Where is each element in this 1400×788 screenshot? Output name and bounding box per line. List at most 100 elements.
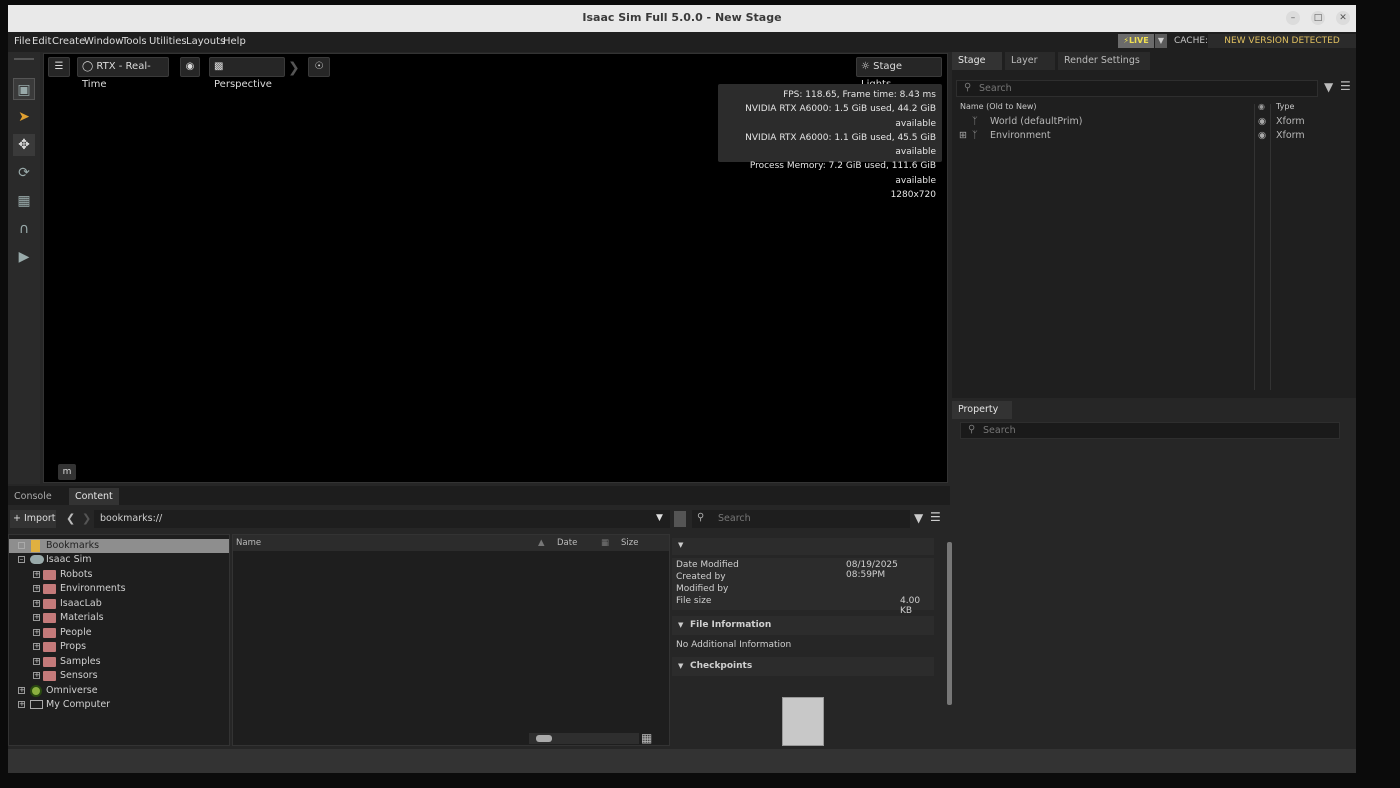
back-arrow-icon[interactable]: ❮ [66, 512, 75, 525]
tree-item-sensors[interactable]: + Sensors [9, 669, 229, 683]
column-type-header[interactable]: Type [1276, 102, 1294, 111]
checkpoints-header[interactable]: ▼ Checkpoints [672, 657, 934, 676]
tree-item-isaac-sim[interactable]: – Isaac Sim [9, 553, 229, 567]
select-pointer-icon[interactable]: ➤ [13, 106, 35, 128]
tree-item-isaaclab[interactable]: + IsaacLab [9, 597, 229, 611]
tree-item-materials[interactable]: + Materials [9, 611, 229, 625]
path-field[interactable]: bookmarks:// [94, 510, 670, 528]
file-info-header[interactable]: ▼ File Information [672, 616, 934, 635]
minimize-button[interactable]: – [1286, 11, 1300, 25]
expand-toggle-icon[interactable]: + [18, 701, 25, 708]
column-size[interactable]: Size [621, 535, 638, 551]
property-search-input[interactable]: Search [960, 422, 1340, 439]
details-header[interactable]: ▼ [672, 538, 934, 555]
move-icon[interactable]: ✥ [13, 134, 35, 156]
tree-item-bookmarks[interactable]: Bookmarks [9, 539, 229, 553]
cache-status[interactable]: NEW VERSION DETECTED [1208, 34, 1356, 48]
collapse-toggle-icon[interactable]: – [18, 556, 25, 563]
stage-search-input[interactable]: Search [956, 80, 1318, 97]
viewport[interactable]: ☰ ◯ RTX - Real-Time ◉ ▩ Perspective ❯ ☉ … [43, 53, 948, 483]
expand-toggle-icon[interactable]: + [18, 687, 25, 694]
slider-handle[interactable] [536, 735, 552, 742]
eye-icon[interactable]: ◉ [1258, 115, 1266, 129]
stage-lights-button[interactable]: ☼ Stage Lights [856, 57, 942, 90]
sun-icon: ☼ [861, 61, 870, 72]
tab-stage[interactable]: Stage [952, 52, 1002, 70]
tab-layer[interactable]: Layer [1005, 52, 1055, 70]
collapse-arrow-icon[interactable]: ▼ [678, 541, 683, 549]
column-date[interactable]: Date [557, 535, 577, 551]
tree-item-omniverse[interactable]: + Omniverse [9, 684, 229, 698]
tree-label: Materials [60, 612, 104, 623]
collapse-arrow-icon[interactable]: ▼ [678, 621, 683, 629]
tree-label: Bookmarks [46, 540, 100, 551]
tree-item-robots[interactable]: + Robots [9, 568, 229, 582]
select-mode-icon[interactable]: ▣ [13, 78, 35, 100]
expand-plus-icon[interactable]: ⊞ [959, 129, 967, 143]
menu-file[interactable]: File [14, 36, 31, 47]
eye-icon[interactable]: ◉ [1258, 129, 1266, 143]
tab-content[interactable]: Content [69, 488, 119, 505]
broadcast-button[interactable]: ☉ [308, 57, 330, 77]
tree-item-samples[interactable]: + Samples [9, 655, 229, 669]
forward-arrow-icon[interactable]: ❯ [82, 512, 91, 525]
menu-create[interactable]: Create [52, 36, 85, 47]
expand-toggle-icon[interactable]: + [33, 643, 40, 650]
toolbar-grip [14, 58, 34, 60]
menu-window[interactable]: Window [84, 36, 123, 47]
tab-property[interactable]: Property [952, 401, 1012, 419]
stage-row-world[interactable]: ᛉ World (defaultPrim) ◉ Xform [956, 115, 1350, 129]
import-button[interactable]: + Import [10, 510, 56, 528]
tree-item-people[interactable]: + People [9, 626, 229, 640]
scale-icon[interactable]: ▦ [13, 190, 35, 212]
menu-utilities[interactable]: Utilities [149, 36, 187, 47]
filter-icon[interactable]: ▼ [1324, 80, 1333, 94]
expand-toggle-icon[interactable]: + [33, 672, 40, 679]
visibility-button[interactable]: ◉ [180, 57, 200, 77]
bookmark-icon[interactable] [674, 511, 686, 527]
file-list[interactable]: Name ▲ Date ▦ Size ▦ [232, 534, 670, 746]
chevron-right-icon: ❯ [288, 60, 300, 76]
camera-button[interactable]: ▩ Perspective [209, 57, 285, 90]
thumbnail-size-slider[interactable] [529, 733, 639, 744]
filter-icon[interactable]: ▼ [914, 511, 923, 525]
maximize-button[interactable]: □ [1311, 11, 1325, 25]
expand-toggle-icon[interactable]: + [33, 600, 40, 607]
live-button[interactable]: ⚡LIVE [1118, 34, 1154, 48]
tree-item-my-computer[interactable]: + My Computer [9, 698, 229, 712]
options-menu-icon[interactable]: ☰ [1340, 79, 1351, 93]
column-name-header[interactable]: Name (Old to New) [960, 102, 1037, 111]
expand-toggle-icon[interactable]: + [33, 614, 40, 621]
eye-icon: ◉ [185, 61, 195, 72]
menu-help[interactable]: Help [223, 36, 246, 47]
close-button[interactable]: ✕ [1336, 11, 1350, 25]
list-menu-icon[interactable]: ☰ [930, 510, 941, 524]
path-dropdown-icon[interactable]: ▼ [656, 513, 663, 523]
snap-magnet-icon[interactable]: ∩ [13, 218, 35, 240]
play-icon[interactable]: ▶ [13, 246, 35, 268]
expand-toggle-icon[interactable] [18, 542, 25, 549]
column-name[interactable]: Name [236, 535, 261, 551]
live-dropdown-button[interactable]: ▼ [1155, 34, 1167, 48]
menu-tools[interactable]: Tools [122, 36, 147, 47]
tab-render-settings[interactable]: Render Settings [1058, 52, 1150, 70]
sort-ascending-icon[interactable]: ▲ [538, 535, 545, 551]
folder-icon [43, 584, 56, 594]
tab-console[interactable]: Console [8, 488, 58, 505]
expand-toggle-icon[interactable]: + [33, 658, 40, 665]
stage-row-environment[interactable]: ⊞ ᛉ Environment ◉ Xform [956, 129, 1350, 143]
expand-toggle-icon[interactable]: + [33, 571, 40, 578]
viewport-settings-button[interactable]: ☰ [48, 57, 70, 77]
content-search-input[interactable]: Search [692, 510, 910, 528]
grid-view-icon[interactable]: ▦ [641, 732, 654, 745]
rotate-icon[interactable]: ⟳ [13, 162, 35, 184]
expand-toggle-icon[interactable]: + [33, 629, 40, 636]
tree-item-environments[interactable]: + Environments [9, 582, 229, 596]
menu-layouts[interactable]: Layouts [186, 36, 225, 47]
tree-item-props[interactable]: + Props [9, 640, 229, 654]
expand-toggle-icon[interactable]: + [33, 585, 40, 592]
calendar-icon[interactable]: ▦ [601, 535, 609, 551]
render-mode-button[interactable]: ◯ RTX - Real-Time [77, 57, 169, 90]
menu-edit[interactable]: Edit [32, 36, 51, 47]
collapse-arrow-icon[interactable]: ▼ [678, 662, 683, 670]
